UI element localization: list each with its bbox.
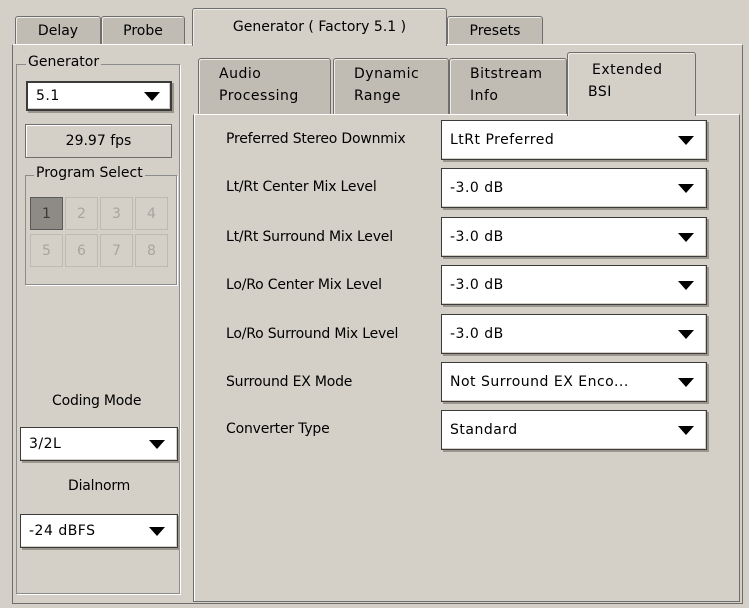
subtab-dynamic-range-line1: Dynamic bbox=[354, 66, 420, 82]
coding-mode-label: Coding Mode bbox=[52, 393, 142, 409]
subtab-extended-bsi[interactable]: Extended BSI bbox=[567, 52, 696, 116]
ltrt-surround-mix-level-select[interactable]: -3.0 dB bbox=[441, 217, 707, 257]
surround-ex-mode-value: Not Surround EX Enco... bbox=[450, 374, 629, 390]
subtab-bitstream-info-line1: Bitstream bbox=[470, 66, 543, 82]
program-button-5[interactable]: 5 bbox=[30, 234, 63, 267]
generator-select[interactable]: 5.1 bbox=[26, 81, 172, 111]
program-button-3[interactable]: 3 bbox=[100, 197, 133, 230]
chevron-down-icon bbox=[678, 232, 694, 242]
subtab-audio-processing-line1: Audio bbox=[219, 66, 262, 82]
chevron-down-icon bbox=[678, 280, 694, 290]
subtab-audio-processing[interactable]: Audio Processing bbox=[198, 58, 331, 114]
converter-type-value: Standard bbox=[450, 422, 518, 438]
setting-label-ltrt-center-mix-level: Lt/Rt Center Mix Level bbox=[226, 179, 377, 195]
loro-surround-mix-level-value: -3.0 dB bbox=[450, 326, 504, 342]
setting-label-ltrt-surround-mix-level: Lt/Rt Surround Mix Level bbox=[226, 229, 393, 245]
subtab-dynamic-range-line2: Range bbox=[354, 88, 401, 104]
chevron-down-icon bbox=[678, 183, 694, 193]
generator-group-title: Generator bbox=[26, 54, 102, 70]
tab-presets[interactable]: Presets bbox=[447, 16, 543, 44]
chevron-down-icon bbox=[678, 329, 694, 339]
dialnorm-label: Dialnorm bbox=[68, 478, 131, 494]
subtab-dynamic-range[interactable]: Dynamic Range bbox=[333, 58, 449, 114]
program-button-1[interactable]: 1 bbox=[30, 197, 63, 230]
program-select-title: Program Select bbox=[34, 165, 145, 181]
program-button-6[interactable]: 6 bbox=[65, 234, 98, 267]
preferred-stereo-downmix-value: LtRt Preferred bbox=[450, 132, 555, 148]
chevron-down-icon bbox=[149, 439, 165, 449]
ltrt-surround-mix-level-value: -3.0 dB bbox=[450, 229, 504, 245]
ltrt-center-mix-level-value: -3.0 dB bbox=[450, 180, 504, 196]
surround-ex-mode-select[interactable]: Not Surround EX Enco... bbox=[441, 362, 707, 402]
preferred-stereo-downmix-select[interactable]: LtRt Preferred bbox=[441, 120, 707, 160]
chevron-down-icon bbox=[144, 91, 160, 101]
tab-generator-label: Generator ( Factory 5.1 ) bbox=[232, 19, 407, 35]
setting-label-loro-center-mix-level: Lo/Ro Center Mix Level bbox=[226, 277, 382, 293]
setting-label-surround-ex-mode: Surround EX Mode bbox=[226, 374, 353, 390]
tab-delay-label: Delay bbox=[37, 23, 79, 39]
program-button-4[interactable]: 4 bbox=[135, 197, 168, 230]
subtab-audio-processing-line2: Processing bbox=[219, 88, 299, 104]
program-button-7[interactable]: 7 bbox=[100, 234, 133, 267]
tab-probe-label: Probe bbox=[123, 23, 163, 39]
coding-mode-value: 3/2L bbox=[29, 436, 62, 452]
loro-center-mix-level-select[interactable]: -3.0 dB bbox=[441, 265, 707, 305]
coding-mode-select[interactable]: 3/2L bbox=[20, 427, 178, 461]
setting-label-converter-type: Converter Type bbox=[226, 421, 330, 437]
program-button-8[interactable]: 8 bbox=[135, 234, 168, 267]
program-button-2[interactable]: 2 bbox=[65, 197, 98, 230]
subtab-extended-bsi-line1: Extended bbox=[592, 62, 663, 78]
fps-value: 29.97 fps bbox=[65, 133, 132, 149]
tab-probe[interactable]: Probe bbox=[101, 16, 185, 44]
chevron-down-icon bbox=[678, 135, 694, 145]
subtab-extended-bsi-line2: BSI bbox=[588, 84, 612, 100]
generator-select-value: 5.1 bbox=[36, 88, 60, 104]
converter-type-select[interactable]: Standard bbox=[441, 410, 707, 450]
setting-label-loro-surround-mix-level: Lo/Ro Surround Mix Level bbox=[226, 326, 399, 342]
tab-delay[interactable]: Delay bbox=[15, 16, 101, 44]
chevron-down-icon bbox=[149, 526, 165, 536]
dialnorm-select[interactable]: -24 dBFS bbox=[20, 514, 178, 548]
chevron-down-icon bbox=[678, 377, 694, 387]
dialnorm-value: -24 dBFS bbox=[29, 523, 96, 539]
ltrt-center-mix-level-select[interactable]: -3.0 dB bbox=[441, 168, 707, 208]
fps-readout: 29.97 fps bbox=[25, 124, 172, 158]
loro-surround-mix-level-select[interactable]: -3.0 dB bbox=[441, 314, 707, 354]
loro-center-mix-level-value: -3.0 dB bbox=[450, 277, 504, 293]
chevron-down-icon bbox=[678, 425, 694, 435]
subtab-bitstream-info[interactable]: Bitstream Info bbox=[449, 58, 567, 114]
tab-generator[interactable]: Generator ( Factory 5.1 ) bbox=[192, 8, 447, 46]
tab-presets-label: Presets bbox=[469, 23, 521, 39]
setting-label-preferred-stereo-downmix: Preferred Stereo Downmix bbox=[226, 131, 406, 147]
program-grid: 1 2 3 4 5 6 7 8 bbox=[30, 197, 170, 271]
subtab-bitstream-info-line2: Info bbox=[470, 88, 499, 104]
